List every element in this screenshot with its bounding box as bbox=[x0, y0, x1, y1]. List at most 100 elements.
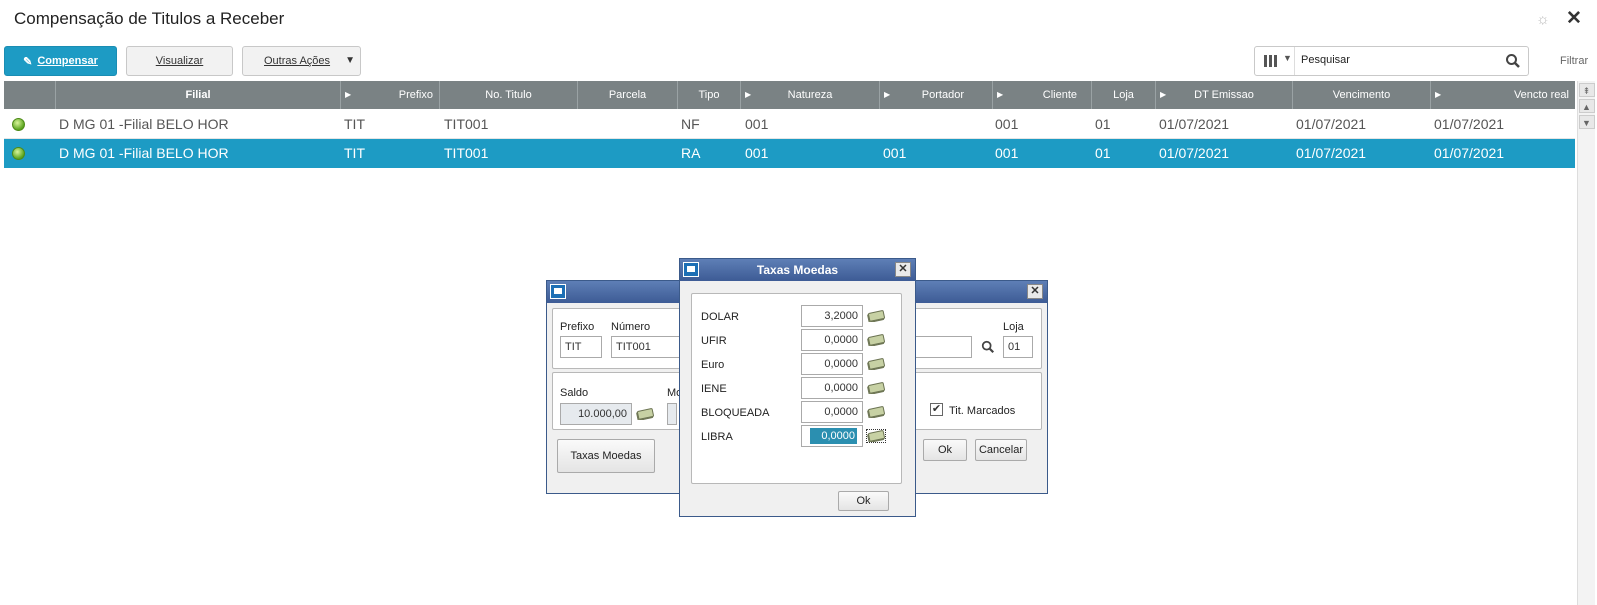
cell-titulo: TIT001 bbox=[444, 116, 489, 132]
ok-button[interactable]: Ok bbox=[838, 491, 889, 511]
cell-emissao: 01/07/2021 bbox=[1159, 116, 1230, 132]
numero-label: Número bbox=[611, 321, 651, 333]
dialog-title: Taxas Moedas bbox=[756, 263, 839, 277]
header-filial[interactable]: Filial bbox=[56, 81, 341, 109]
visualizar-label: Visualizar bbox=[155, 55, 204, 67]
rate-label-ufir: UFIR bbox=[701, 335, 727, 347]
money-icon[interactable] bbox=[636, 408, 654, 420]
money-icon[interactable] bbox=[867, 382, 885, 394]
ok-button[interactable]: Ok bbox=[923, 439, 967, 461]
status-led-icon bbox=[12, 118, 25, 131]
rate-label-bloqueada: BLOQUEADA bbox=[701, 407, 770, 419]
prefixo-label: Prefixo bbox=[560, 321, 595, 333]
header-cliente-label: Cliente bbox=[1042, 89, 1077, 101]
money-icon[interactable] bbox=[867, 334, 885, 346]
header-prefixo-label: Prefixo bbox=[398, 89, 433, 101]
caret-down-icon: ▼ bbox=[345, 55, 355, 66]
rate-field-bloqueada[interactable]: 0,0000 bbox=[801, 401, 863, 423]
search-icon[interactable] bbox=[981, 340, 995, 354]
cell-prefixo: TIT bbox=[344, 116, 365, 132]
outras-acoes-button[interactable]: Outras Ações ▼ bbox=[242, 46, 361, 76]
table-row[interactable]: D MG 01 -Filial BELO HOR TIT TIT001 RA 0… bbox=[4, 139, 1575, 168]
window-icon bbox=[683, 262, 699, 277]
visualizar-button[interactable]: Visualizar bbox=[126, 46, 233, 76]
cell-vencimento: 01/07/2021 bbox=[1296, 116, 1367, 132]
loja-field[interactable]: 01 bbox=[1003, 336, 1033, 358]
search-input[interactable]: Pesquisar bbox=[1301, 54, 1350, 66]
search-icon[interactable] bbox=[1505, 53, 1521, 69]
money-icon[interactable] bbox=[867, 358, 885, 370]
header-tipo[interactable]: Tipo bbox=[678, 81, 741, 109]
header-cliente[interactable]: ▶ Cliente bbox=[993, 81, 1092, 109]
cell-filial: D MG 01 -Filial BELO HOR bbox=[59, 145, 229, 161]
compensar-button[interactable]: ✎ Compensar bbox=[4, 46, 117, 76]
rate-label-euro: Euro bbox=[701, 359, 725, 371]
cell-titulo: TIT001 bbox=[444, 145, 489, 161]
header-parcela[interactable]: Parcela bbox=[578, 81, 678, 109]
taxas-moedas-dialog: Taxas Moedas ✕ DOLAR 3,2000 UFIR 0,0000 … bbox=[679, 258, 916, 517]
outras-acoes-label: Outras Ações bbox=[264, 55, 331, 67]
header-natureza[interactable]: ▶ Natureza bbox=[741, 81, 880, 109]
close-icon[interactable]: ✕ bbox=[1566, 9, 1582, 29]
header-vencimento[interactable]: Vencimento bbox=[1293, 81, 1431, 109]
gear-icon[interactable]: ☼ bbox=[1536, 12, 1552, 28]
cell-vencto-real: 01/07/2021 bbox=[1434, 145, 1505, 161]
scroll-top-icon[interactable]: ⇞ bbox=[1578, 83, 1595, 97]
cell-cliente: 001 bbox=[995, 145, 1019, 161]
header-portador-label: Portador bbox=[921, 89, 964, 101]
vertical-scrollbar[interactable]: ⇞ ▲ ▼ bbox=[1577, 81, 1595, 605]
rate-field-libra[interactable]: 0,0000 bbox=[801, 425, 863, 447]
tit-marcados-checkbox[interactable]: ✔ bbox=[930, 403, 943, 416]
money-icon[interactable] bbox=[867, 310, 885, 322]
numero-field[interactable]: TIT001 bbox=[611, 336, 681, 358]
rate-field-iene[interactable]: 0,0000 bbox=[801, 377, 863, 399]
pencil-icon: ✎ bbox=[23, 55, 33, 68]
header-no-titulo[interactable]: No. Titulo bbox=[440, 81, 578, 109]
scroll-up-icon[interactable]: ▲ bbox=[1578, 99, 1595, 113]
cell-filial: D MG 01 -Filial BELO HOR bbox=[59, 116, 229, 132]
moeda-field bbox=[667, 403, 677, 425]
cell-loja: 01 bbox=[1095, 116, 1111, 132]
cell-natureza: 001 bbox=[745, 116, 769, 132]
rate-label-iene: IENE bbox=[701, 383, 727, 395]
header-dt-emissao[interactable]: ▶ DT Emissao bbox=[1156, 81, 1293, 109]
money-icon[interactable] bbox=[866, 429, 886, 443]
close-icon[interactable]: ✕ bbox=[895, 262, 911, 277]
cell-vencto-real: 01/07/2021 bbox=[1434, 116, 1505, 132]
cell-prefixo: TIT bbox=[344, 145, 365, 161]
tit-marcados-label: Tit. Marcados bbox=[949, 405, 1016, 417]
header-status bbox=[4, 81, 56, 109]
header-vencto-real[interactable]: ▶ Vencto real bbox=[1431, 81, 1575, 109]
search-box[interactable]: ▼ Pesquisar bbox=[1254, 46, 1529, 76]
header-portador[interactable]: ▶ Portador bbox=[880, 81, 993, 109]
filtrar-link[interactable]: Filtrar bbox=[1560, 55, 1588, 67]
rate-field-euro[interactable]: 0,0000 bbox=[801, 353, 863, 375]
rate-label-libra: LIBRA bbox=[701, 431, 733, 443]
rates-panel: DOLAR 3,2000 UFIR 0,0000 Euro 0,0000 IEN… bbox=[691, 293, 902, 484]
money-icon[interactable] bbox=[867, 406, 885, 418]
taxas-moedas-button[interactable]: Taxas Moedas bbox=[557, 439, 655, 473]
prefixo-field[interactable]: TIT bbox=[560, 336, 602, 358]
cell-emissao: 01/07/2021 bbox=[1159, 145, 1230, 161]
cancelar-button[interactable]: Cancelar bbox=[975, 439, 1027, 461]
cell-portador: 001 bbox=[883, 145, 907, 161]
loja-label: Loja bbox=[1003, 321, 1024, 333]
cell-natureza: 001 bbox=[745, 145, 769, 161]
cell-vencimento: 01/07/2021 bbox=[1296, 145, 1367, 161]
header-vencto-real-label: Vencto real bbox=[1513, 89, 1569, 101]
close-icon[interactable]: ✕ bbox=[1027, 284, 1043, 299]
cliente-field[interactable] bbox=[915, 336, 972, 358]
header-prefixo[interactable]: ▶ Prefixo bbox=[341, 81, 440, 109]
cell-tipo: NF bbox=[681, 116, 700, 132]
page-title: Compensação de Titulos a Receber bbox=[14, 9, 285, 28]
saldo-field: 10.000,00 bbox=[560, 403, 632, 425]
rate-field-dolar[interactable]: 3,2000 bbox=[801, 305, 863, 327]
rate-field-ufir[interactable]: 0,0000 bbox=[801, 329, 863, 351]
header-natureza-label: Natureza bbox=[787, 89, 833, 101]
scroll-down-icon[interactable]: ▼ bbox=[1578, 115, 1595, 129]
status-led-icon bbox=[12, 147, 25, 160]
columns-icon[interactable]: ▼ bbox=[1255, 47, 1295, 75]
rate-field-libra-selection: 0,0000 bbox=[810, 428, 857, 444]
table-row[interactable]: D MG 01 -Filial BELO HOR TIT TIT001 NF 0… bbox=[4, 110, 1575, 139]
header-loja[interactable]: Loja bbox=[1092, 81, 1156, 109]
